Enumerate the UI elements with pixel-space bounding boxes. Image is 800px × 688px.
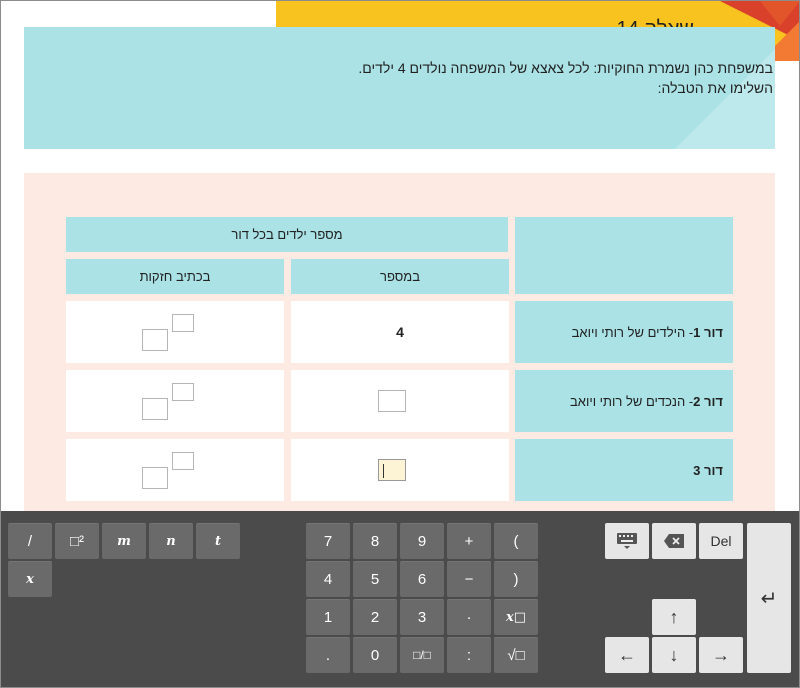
key-divide-colon[interactable]: : <box>447 637 491 673</box>
keyboard-icon <box>617 533 637 549</box>
power-cell-gen-3 <box>66 439 284 501</box>
key-close-paren[interactable]: ) <box>494 561 538 597</box>
key-8[interactable]: 8 <box>353 523 397 559</box>
number-input-gen-2[interactable] <box>378 390 406 412</box>
math-keyboard: / □² m n t x 7 8 9 + ( 4 5 6 − ) 1 2 3 ·… <box>1 511 799 687</box>
group-header: מספר ילדים בכל דור <box>66 217 508 252</box>
key-fraction[interactable]: □/□ <box>400 637 444 673</box>
number-input-gen-3[interactable] <box>378 459 406 481</box>
row-label-gen-3: דור 3 <box>515 439 733 501</box>
power-cell-gen-1 <box>66 301 284 363</box>
key-plus[interactable]: + <box>447 523 491 559</box>
gen-label: דור 2 <box>693 393 723 409</box>
key-4[interactable]: 4 <box>306 561 350 597</box>
row-label-gen-1: דור 1 - הילדים של רותי ויואב <box>515 301 733 363</box>
key-square-power[interactable]: □² <box>55 523 99 559</box>
power-base-input[interactable] <box>142 467 168 489</box>
key-enter[interactable]: ↵ <box>747 523 791 673</box>
backspace-icon <box>664 534 684 548</box>
key-backspace[interactable] <box>652 523 696 559</box>
answer-table: מספר ילדים בכל דור בכתיב חזקות במספר דור… <box>24 173 775 513</box>
key-arrow-left[interactable]: ← <box>605 637 649 673</box>
gen-label: דור 3 <box>693 462 723 478</box>
power-exponent-input[interactable] <box>172 314 194 332</box>
col-header-power: בכתיב חזקות <box>66 259 284 294</box>
key-5[interactable]: 5 <box>353 561 397 597</box>
question-line-1: במשפחת כהן נשמרת החוקיות: לכל צאצא של המ… <box>358 60 773 76</box>
col-header-number: במספר <box>291 259 509 294</box>
key-arrow-right[interactable]: → <box>699 637 743 673</box>
key-var-n[interactable]: n <box>149 523 193 559</box>
key-decimal-point[interactable]: . <box>306 637 350 673</box>
gen-label: דור 1 <box>693 324 723 340</box>
key-var-m[interactable]: m <box>102 523 146 559</box>
key-var-x[interactable]: x <box>8 561 52 597</box>
key-var-t[interactable]: t <box>196 523 240 559</box>
question-text: במשפחת כהן נשמרת החוקיות: לכל צאצא של המ… <box>73 58 773 98</box>
number-cell-gen-1: 4 <box>291 301 509 363</box>
key-minus[interactable]: − <box>447 561 491 597</box>
text-cursor <box>383 464 384 478</box>
power-base-input[interactable] <box>142 329 168 351</box>
key-7[interactable]: 7 <box>306 523 350 559</box>
key-arrow-up[interactable]: ↑ <box>652 599 696 635</box>
power-exponent-input[interactable] <box>172 383 194 401</box>
gen-desc: - הנכדים של רותי ויואב <box>570 393 694 409</box>
app-frame: שאלה 14 במשפחת כהן נשמרת החוקיות: לכל צא… <box>0 0 800 688</box>
power-exponent-input[interactable] <box>172 452 194 470</box>
key-2[interactable]: 2 <box>353 599 397 635</box>
key-0[interactable]: 0 <box>353 637 397 673</box>
key-delete[interactable]: Del <box>699 523 743 559</box>
power-cell-gen-2 <box>66 370 284 432</box>
key-fraction-slash[interactable]: / <box>8 523 52 559</box>
question-line-2: השלימו את הטבלה: <box>657 80 773 96</box>
key-9[interactable]: 9 <box>400 523 444 559</box>
key-3[interactable]: 3 <box>400 599 444 635</box>
number-cell-gen-3 <box>291 439 509 501</box>
gen-desc: - הילדים של רותי ויואב <box>571 324 694 340</box>
key-6[interactable]: 6 <box>400 561 444 597</box>
power-base-input[interactable] <box>142 398 168 420</box>
key-multiply-dot[interactable]: · <box>447 599 491 635</box>
key-hide-keyboard[interactable] <box>605 523 649 559</box>
key-x-power[interactable]: x□ <box>494 599 538 635</box>
key-square-root[interactable]: √□ <box>494 637 538 673</box>
key-open-paren[interactable]: ( <box>494 523 538 559</box>
key-1[interactable]: 1 <box>306 599 350 635</box>
row-label-gen-2: דור 2 - הנכדים של רותי ויואב <box>515 370 733 432</box>
key-arrow-down[interactable]: ↓ <box>652 637 696 673</box>
number-cell-gen-2 <box>291 370 509 432</box>
corner-header <box>515 217 733 294</box>
